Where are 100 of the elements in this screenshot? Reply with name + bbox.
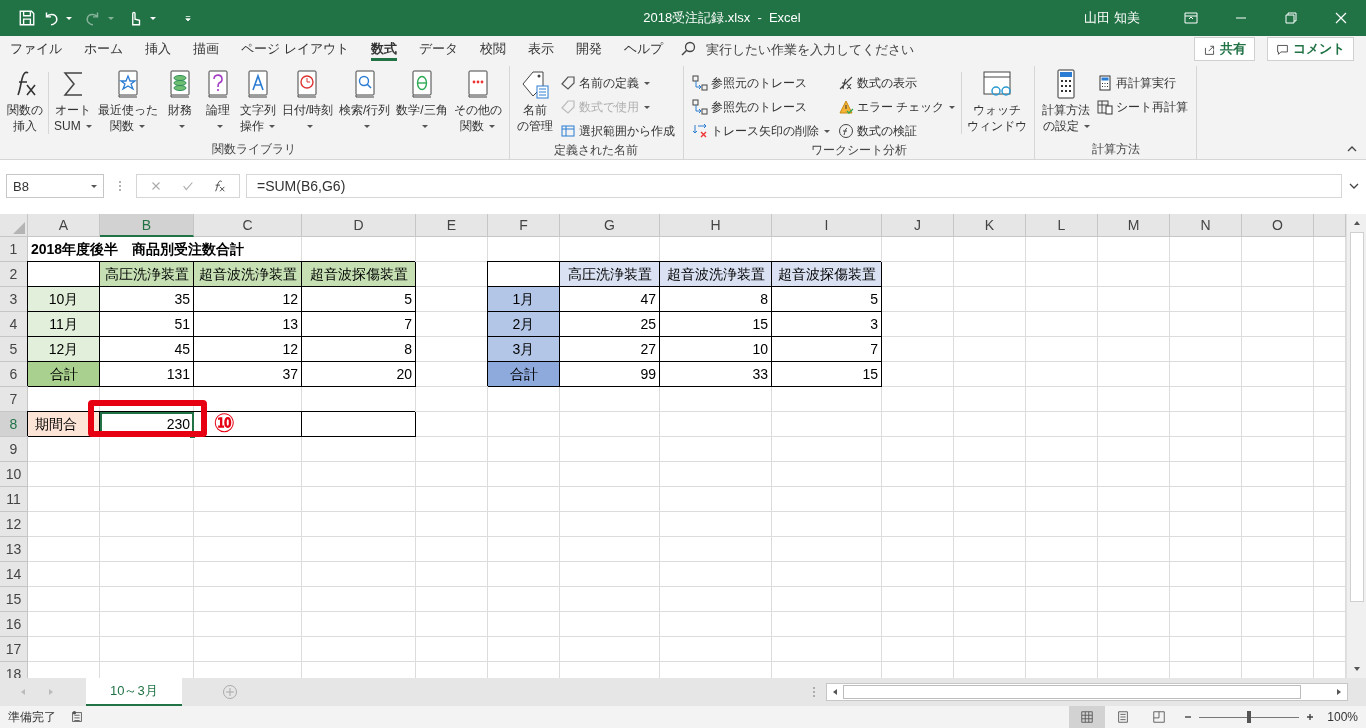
ribbon-button[interactable]: シート再計算 xyxy=(1097,96,1189,118)
grid-cell[interactable] xyxy=(1242,237,1314,262)
normal-view-button[interactable] xyxy=(1069,706,1106,728)
grid-cell[interactable] xyxy=(416,587,488,612)
ribbon-tab[interactable]: 数式 xyxy=(359,36,408,62)
grid-cell[interactable] xyxy=(416,412,488,437)
caret-icon[interactable] xyxy=(66,16,72,20)
grid-cell[interactable] xyxy=(1170,287,1242,312)
add-sheet-icon[interactable] xyxy=(221,684,238,700)
grid-cell[interactable] xyxy=(100,537,194,562)
grid-cell[interactable] xyxy=(1026,337,1098,362)
grid-cell[interactable] xyxy=(882,237,954,262)
grid-cell[interactable] xyxy=(954,287,1026,312)
grid-cell[interactable] xyxy=(488,562,560,587)
grid-cell[interactable] xyxy=(194,462,302,487)
grid-cell[interactable] xyxy=(1242,512,1314,537)
grid-cell[interactable] xyxy=(302,562,416,587)
check-icon[interactable] xyxy=(181,179,195,193)
grid-cell[interactable] xyxy=(954,487,1026,512)
grid-cell[interactable] xyxy=(1170,337,1242,362)
grid-cell[interactable] xyxy=(1170,462,1242,487)
ribbon-button[interactable]: 財務 xyxy=(160,66,199,136)
grid-cell[interactable] xyxy=(1026,437,1098,462)
grid-cell[interactable] xyxy=(882,262,954,287)
grid-cell[interactable] xyxy=(882,587,954,612)
ribbon-tab[interactable]: 表示 xyxy=(516,36,565,62)
grid-cell[interactable] xyxy=(488,637,560,662)
grid-cell[interactable] xyxy=(100,462,194,487)
grid-cell[interactable] xyxy=(1242,262,1314,287)
table-cell[interactable]: 12 xyxy=(194,337,302,362)
grid-cell[interactable] xyxy=(660,612,772,637)
table-cell[interactable]: 7 xyxy=(772,337,882,362)
grid-cell[interactable] xyxy=(560,437,660,462)
grid-cell[interactable] xyxy=(488,387,560,412)
grid-cell[interactable] xyxy=(882,637,954,662)
grid-cell[interactable] xyxy=(772,612,882,637)
table-cell[interactable]: 2月 xyxy=(488,312,560,337)
grid-cell[interactable] xyxy=(194,537,302,562)
grid-cell[interactable] xyxy=(882,612,954,637)
grid-cell[interactable] xyxy=(302,487,416,512)
grid-cell[interactable] xyxy=(1026,587,1098,612)
column-header[interactable]: K xyxy=(954,214,1026,237)
column-header[interactable]: F xyxy=(488,214,560,237)
grid-cell[interactable] xyxy=(1098,237,1170,262)
grid-cell[interactable] xyxy=(954,562,1026,587)
name-box[interactable]: B8 xyxy=(6,174,104,198)
grid-cell[interactable] xyxy=(1242,537,1314,562)
grid-cell[interactable] xyxy=(660,487,772,512)
grid-cell[interactable] xyxy=(194,512,302,537)
table-cell[interactable]: 1月 xyxy=(488,287,560,312)
grid-cell[interactable] xyxy=(660,537,772,562)
grid-cell[interactable] xyxy=(194,587,302,612)
ribbon-tab[interactable]: ファイル xyxy=(0,36,73,62)
scroll-thumb[interactable] xyxy=(1349,232,1364,602)
grid-cell[interactable] xyxy=(660,587,772,612)
column-header[interactable]: H xyxy=(660,214,772,237)
grid-cell[interactable] xyxy=(1170,387,1242,412)
grid-cell[interactable] xyxy=(488,612,560,637)
grid-cell[interactable] xyxy=(1026,287,1098,312)
empty-cell[interactable] xyxy=(302,412,416,437)
grid-cell[interactable] xyxy=(1170,612,1242,637)
grid-cell[interactable] xyxy=(660,387,772,412)
share-button[interactable]: 共有 xyxy=(1194,37,1255,61)
grid-cell[interactable] xyxy=(100,612,194,637)
grid-cell[interactable] xyxy=(954,412,1026,437)
grid-cell[interactable] xyxy=(1242,337,1314,362)
grid-cell[interactable] xyxy=(1170,512,1242,537)
grid-cell[interactable] xyxy=(1026,312,1098,337)
grid-cell[interactable] xyxy=(954,612,1026,637)
table-cell[interactable]: 5 xyxy=(302,287,416,312)
grid-cell[interactable] xyxy=(1098,512,1170,537)
table-cell[interactable]: 15 xyxy=(772,362,882,387)
column-header[interactable]: N xyxy=(1170,214,1242,237)
table-cell[interactable]: 高圧洗浄装置 xyxy=(100,262,194,287)
grid-cell[interactable] xyxy=(560,462,660,487)
grid-cell[interactable] xyxy=(772,487,882,512)
row-header[interactable]: 16 xyxy=(0,612,28,637)
grid-cell[interactable] xyxy=(28,537,100,562)
grid-cell[interactable] xyxy=(194,637,302,662)
ribbon-button[interactable]: 再計算実行 xyxy=(1097,72,1189,94)
grid-cell[interactable] xyxy=(1026,512,1098,537)
ribbon-display-icon[interactable] xyxy=(1183,10,1199,26)
ribbon-tab[interactable]: データ xyxy=(407,36,469,62)
sheet-tab[interactable]: 10～3月 xyxy=(86,678,182,706)
grid-cell[interactable] xyxy=(416,637,488,662)
ribbon-tab[interactable]: ページ レイアウト xyxy=(230,36,360,62)
grid-cell[interactable] xyxy=(1098,337,1170,362)
grid-cell[interactable] xyxy=(302,587,416,612)
grid-cell[interactable] xyxy=(882,287,954,312)
grid-cell[interactable] xyxy=(302,437,416,462)
table-cell[interactable]: 8 xyxy=(302,337,416,362)
grid-cell[interactable] xyxy=(1170,437,1242,462)
table-cell[interactable]: 合計 xyxy=(488,362,560,387)
grid-cell[interactable] xyxy=(416,562,488,587)
grid-cell[interactable] xyxy=(772,562,882,587)
grid-cell[interactable] xyxy=(660,437,772,462)
ribbon-button[interactable]: 文字列 操作 xyxy=(236,66,279,136)
search-field[interactable]: 実行したい作業を入力してください xyxy=(679,40,960,58)
column-header[interactable]: M xyxy=(1098,214,1170,237)
grid-cell[interactable] xyxy=(1170,362,1242,387)
